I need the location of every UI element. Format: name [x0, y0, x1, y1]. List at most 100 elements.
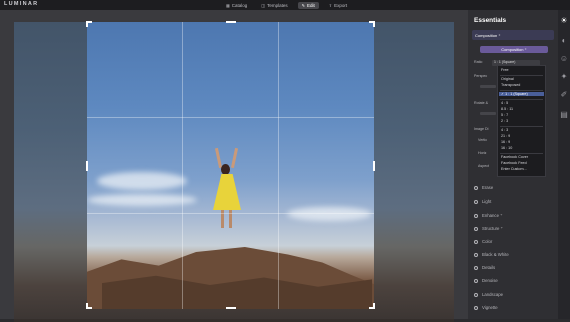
- tab-edit[interactable]: ✎ Edit: [297, 1, 319, 9]
- templates-icon: ◫: [261, 2, 266, 8]
- denoise-icon: [474, 278, 478, 283]
- vertical-label: Vertic: [478, 138, 487, 142]
- menu-item[interactable]: Original: [501, 77, 514, 81]
- structure-icon: [474, 227, 478, 231]
- rotate-label: Rotate &: [474, 101, 488, 105]
- tab-label: Catalog: [231, 2, 248, 8]
- menu-item[interactable]: Transposed: [501, 83, 520, 87]
- menu-item[interactable]: 5 : 7: [501, 113, 508, 117]
- menu-item[interactable]: 4 : 3: [501, 128, 508, 132]
- tool-label: Light: [482, 199, 492, 204]
- app-logo: LUMINAR: [4, 1, 39, 7]
- grid-line: [278, 22, 279, 309]
- tab-label: Edit: [306, 2, 315, 8]
- top-bar: LUMINAR ▦ Catalog ◫ Templates ✎ Edit ⇪ Expor…: [0, 0, 570, 10]
- menu-separator: [500, 153, 543, 154]
- sun-icon[interactable]: ☀: [559, 16, 569, 26]
- crop-handle-bottom-right[interactable]: [373, 303, 375, 309]
- edit-icon: ✎: [301, 2, 305, 8]
- tool-label: Color: [482, 239, 493, 244]
- tool-label: Vignette: [482, 305, 498, 310]
- tool-light[interactable]: Light: [474, 199, 491, 204]
- composition-label: Composition ⁺: [475, 32, 501, 38]
- menu-item[interactable]: 2 : 3: [501, 119, 508, 123]
- crop-handle-top-left[interactable]: [86, 21, 88, 27]
- tool-vignette[interactable]: Vignette: [474, 305, 498, 310]
- menu-item[interactable]: Facebook Feed: [501, 161, 527, 165]
- tab-label: Templates: [267, 2, 288, 8]
- details-icon: [474, 265, 478, 270]
- menu-item-label: 1 : 1 (Square): [505, 92, 528, 96]
- tab-export[interactable]: ⇪ Export: [325, 2, 351, 9]
- composition-section-header[interactable]: Composition ⁺: [472, 30, 554, 40]
- enhance-icon: [474, 214, 478, 218]
- mode-tabs: ▦ Catalog ◫ Templates ✎ Edit ⇪ Export: [222, 0, 351, 10]
- tool-label: Details: [482, 265, 496, 270]
- menu-item[interactable]: Enter Custom...: [501, 167, 527, 171]
- menu-item-selected[interactable]: ✓ 1 : 1 (Square): [499, 92, 544, 96]
- grid-line: [87, 117, 374, 118]
- menu-item[interactable]: Facebook Cover: [501, 155, 528, 159]
- crop-handle-top[interactable]: [226, 21, 236, 23]
- grid-line: [87, 213, 374, 214]
- crop-area[interactable]: [87, 22, 374, 309]
- tab-templates[interactable]: ◫ Templates: [257, 2, 291, 9]
- tool-enhance[interactable]: Enhance ⁺: [474, 213, 502, 219]
- tool-label: Black & White: [482, 252, 509, 257]
- perspective-control[interactable]: [480, 85, 496, 88]
- face-icon[interactable]: ☺: [559, 54, 569, 64]
- tab-label: Export: [334, 2, 348, 8]
- landscape-icon: [474, 292, 478, 297]
- woman-arm: [214, 147, 223, 169]
- crop-handle-right[interactable]: [373, 161, 375, 171]
- woman-arm: [230, 147, 239, 169]
- aspect-label: Aspect: [478, 164, 489, 168]
- woman-head: [221, 164, 230, 175]
- menu-item[interactable]: 16 : 9: [501, 140, 510, 144]
- tool-denoise[interactable]: Denoise: [474, 278, 498, 283]
- color-icon: [474, 239, 478, 244]
- woman-dress: [213, 174, 241, 210]
- layers-icon[interactable]: ▤: [559, 110, 569, 120]
- crop-handle-left[interactable]: [86, 161, 88, 171]
- tool-label: Denoise: [482, 278, 498, 283]
- menu-item[interactable]: 4 : 5: [501, 101, 508, 105]
- menu-separator: [500, 99, 543, 100]
- menu-item[interactable]: 16 : 10: [501, 146, 512, 150]
- image-label: Image Di: [474, 127, 489, 131]
- vignette-icon: [474, 305, 478, 310]
- crop-handle-bottom[interactable]: [226, 307, 236, 309]
- tool-category-rail: ☀ ◐ ☺ ✦ ✐ ▤: [558, 10, 570, 319]
- menu-separator: [500, 90, 543, 91]
- cloud: [287, 207, 372, 221]
- crop-handle-bottom-left[interactable]: [86, 303, 88, 309]
- crop-handle-top-right[interactable]: [373, 21, 375, 27]
- tool-details[interactable]: Details: [474, 265, 495, 270]
- cloud: [97, 172, 187, 190]
- composition-button[interactable]: Composition ⁺: [480, 46, 548, 53]
- menu-separator: [500, 126, 543, 127]
- tool-color[interactable]: Color: [474, 239, 492, 244]
- star-icon[interactable]: ✦: [559, 72, 569, 82]
- grid-icon: ▦: [226, 2, 230, 8]
- tool-black-white[interactable]: Black & White: [474, 252, 509, 257]
- tool-structure[interactable]: Structure ⁺: [474, 226, 503, 232]
- menu-item[interactable]: Free: [501, 68, 509, 72]
- tool-landscape[interactable]: Landscape: [474, 292, 503, 297]
- tool-erase[interactable]: Erase: [474, 185, 493, 190]
- panel-title: Essentials: [474, 17, 507, 24]
- horizontal-label: Horiz: [478, 151, 487, 155]
- light-icon: [474, 199, 478, 204]
- brush-icon[interactable]: ✐: [559, 90, 569, 100]
- tool-label: Landscape: [482, 292, 504, 297]
- menu-item[interactable]: 21 : 9: [501, 134, 510, 138]
- tool-label: Erase: [482, 185, 494, 190]
- export-icon: ⇪: [328, 2, 333, 8]
- palette-icon[interactable]: ◐: [559, 36, 569, 46]
- menu-item[interactable]: 8.5 : 11: [501, 107, 513, 111]
- cloud: [87, 194, 197, 206]
- tab-catalog[interactable]: ▦ Catalog: [222, 2, 251, 9]
- ratio-dropdown-menu: Free Original Transposed ✓ 1 : 1 (Square…: [497, 65, 546, 177]
- tool-label: Enhance ⁺: [482, 213, 503, 218]
- rotate-slider[interactable]: [480, 112, 496, 115]
